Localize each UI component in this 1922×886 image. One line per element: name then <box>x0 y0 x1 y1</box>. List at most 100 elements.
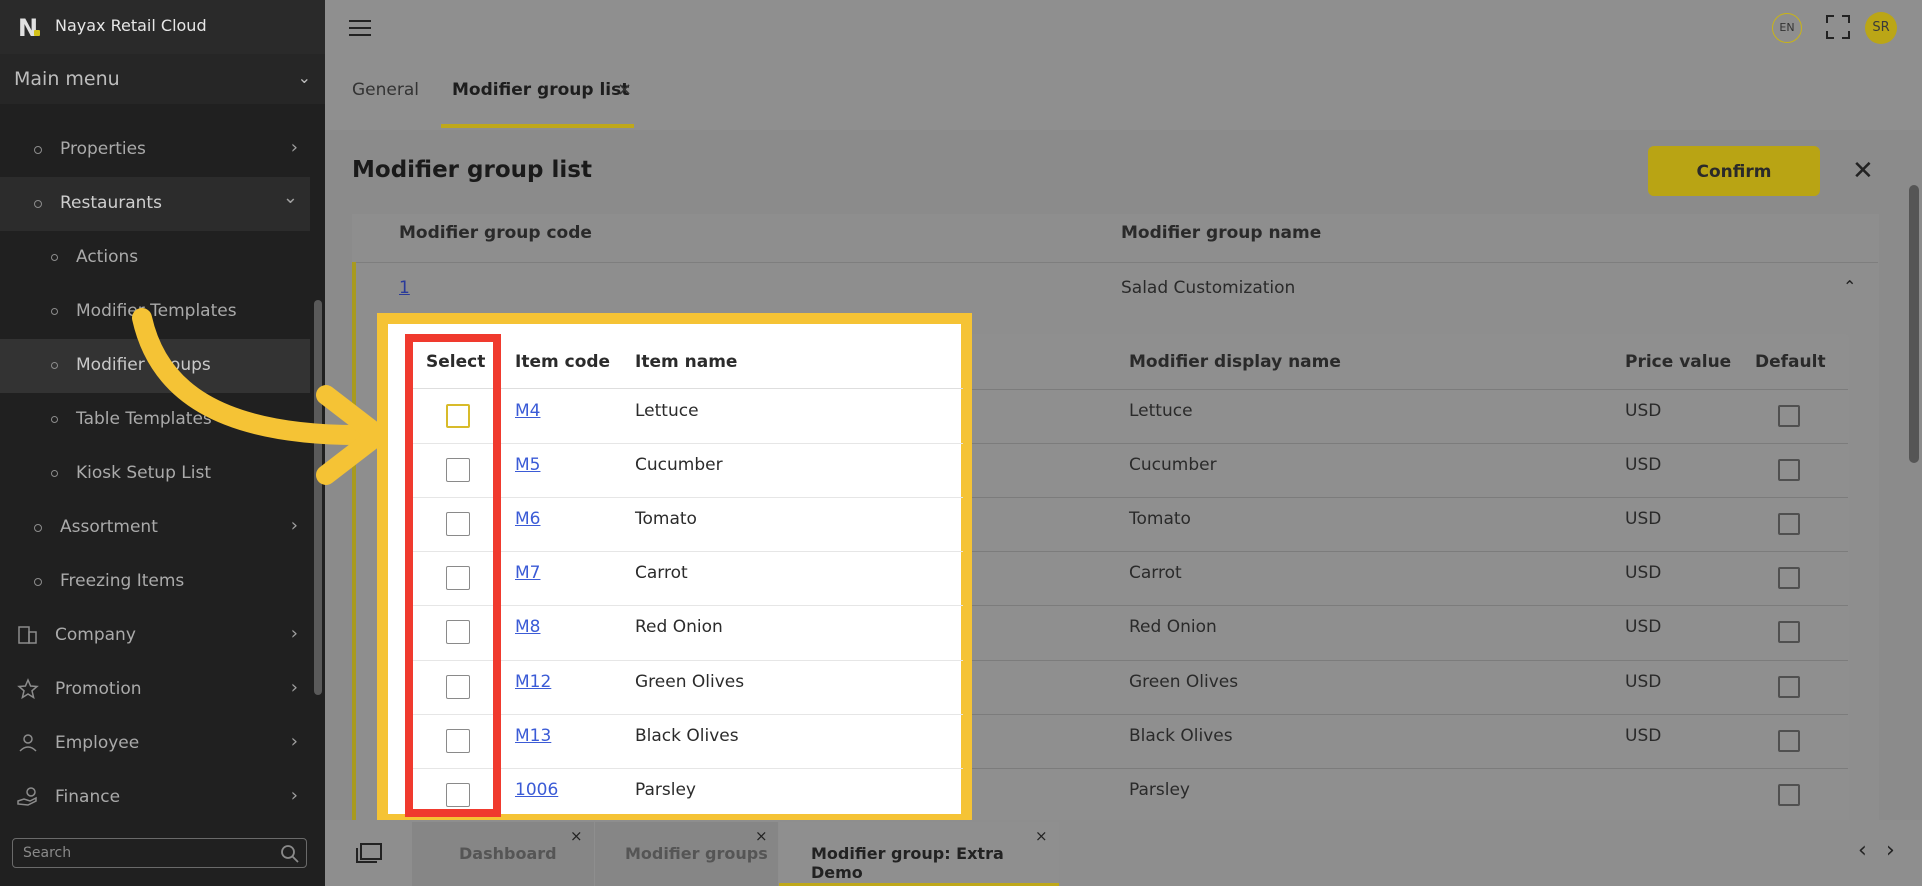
modifier-display-name: Carrot <box>1129 563 1182 583</box>
sidebar-item-properties[interactable]: Properties › <box>0 123 310 177</box>
item-code-link[interactable]: 1006 <box>515 780 558 800</box>
price-value: USD <box>1625 563 1662 583</box>
sidebar-item-label: Actions <box>76 247 139 267</box>
item-name: Parsley <box>635 780 696 800</box>
item-name: Green Olives <box>635 672 745 692</box>
row-divider <box>968 497 1848 498</box>
row-divider <box>968 551 1848 552</box>
chevron-right-icon[interactable]: › <box>1886 838 1895 863</box>
default-checkbox[interactable] <box>1778 459 1800 481</box>
default-checkbox[interactable] <box>1778 513 1800 535</box>
row-divider <box>968 389 1848 390</box>
item-code-link[interactable]: M13 <box>515 726 551 746</box>
sidebar-item-label: Finance <box>55 787 121 807</box>
language-switcher[interactable]: EN <box>1772 13 1802 43</box>
default-checkbox[interactable] <box>1778 621 1800 643</box>
brand-bar: N Nayax Retail Cloud <box>0 0 325 54</box>
bullet-icon <box>51 416 58 423</box>
bottom-tab-label: Dashboard <box>459 844 557 863</box>
item-code-link[interactable]: M5 <box>515 455 540 475</box>
close-icon[interactable]: × <box>570 827 583 845</box>
close-icon[interactable]: ✕ <box>1852 156 1874 186</box>
tab-close-icon[interactable]: × <box>617 79 632 100</box>
sidebar-item-label: Employee <box>55 733 140 753</box>
modifier-display-name: Green Olives <box>1129 672 1239 692</box>
item-code-link[interactable]: M4 <box>515 401 540 421</box>
price-value: USD <box>1625 726 1662 746</box>
bottom-tab-dashboard[interactable]: Dashboard × <box>412 822 594 886</box>
person-icon <box>19 734 37 752</box>
sidebar-item-promotion[interactable]: Promotion › <box>0 663 310 717</box>
confirm-button[interactable]: Confirm <box>1648 146 1820 196</box>
sidebar-item-label: Company <box>55 625 136 645</box>
item-code-link[interactable]: M12 <box>515 672 551 692</box>
column-header-group-code: Modifier group code <box>399 223 592 243</box>
select-column-highlight <box>405 334 501 817</box>
group-code-link[interactable]: 1 <box>399 278 410 298</box>
main-menu-toggle[interactable]: Main menu ⌄ <box>0 54 325 104</box>
building-icon <box>18 626 37 644</box>
chevron-down-icon: ⌄ <box>282 187 298 208</box>
item-name: Cucumber <box>635 455 723 475</box>
modifier-display-name: Parsley <box>1129 780 1190 800</box>
tab-modifier-group-list[interactable]: Modifier group list <box>452 80 629 100</box>
user-avatar[interactable]: SR <box>1865 12 1897 44</box>
sidebar-item-assortment[interactable]: Assortment › <box>0 501 310 555</box>
tab-navigation: ‹ › <box>1838 820 1922 886</box>
close-icon[interactable]: × <box>755 827 768 845</box>
bullet-icon <box>34 578 42 586</box>
column-header-item-code: Item code <box>515 352 611 372</box>
sidebar-item-restaurants[interactable]: Restaurants ⌄ <box>0 177 310 231</box>
page-scrollbar[interactable] <box>1909 185 1919 463</box>
bullet-icon <box>51 254 58 261</box>
bottom-tab-label: Modifier group: Extra Demo <box>811 844 1004 882</box>
modifier-display-name: Tomato <box>1129 509 1191 529</box>
item-code-link[interactable]: M6 <box>515 509 540 529</box>
search-icon[interactable] <box>280 844 300 864</box>
modifier-display-name: Cucumber <box>1129 455 1217 475</box>
sidebar-item-finance[interactable]: Finance › <box>0 771 310 825</box>
item-name: Tomato <box>635 509 697 529</box>
app-name: Nayax Retail Cloud <box>55 16 207 35</box>
sidebar-item-freezing-items[interactable]: Freezing Items <box>0 555 310 609</box>
row-divider <box>968 714 1848 715</box>
page-title: Modifier group list <box>352 157 592 183</box>
default-checkbox[interactable] <box>1778 730 1800 752</box>
default-checkbox[interactable] <box>1778 567 1800 589</box>
chevron-up-icon[interactable]: ⌃ <box>1843 277 1856 296</box>
sidebar-item-employee[interactable]: Employee › <box>0 717 310 771</box>
sidebar-item-company[interactable]: Company › <box>0 609 310 663</box>
bullet-icon <box>34 146 42 154</box>
hamburger-menu-icon[interactable] <box>349 20 371 36</box>
close-icon[interactable]: × <box>1035 827 1048 845</box>
logo-accent <box>34 30 40 36</box>
default-checkbox[interactable] <box>1778 784 1800 806</box>
sidebar-search-input[interactable] <box>21 843 261 863</box>
bottom-tab-modifier-groups[interactable]: Modifier groups × <box>595 822 778 886</box>
tab-general[interactable]: General <box>352 80 419 100</box>
annotation-arrow <box>132 308 388 485</box>
top-header: EN SR <box>325 0 1922 130</box>
bottom-tab-extra-demo[interactable]: Modifier group: Extra Demo × <box>779 822 1059 886</box>
windows-icon[interactable] <box>355 842 383 864</box>
chevron-left-icon[interactable]: ‹ <box>1858 838 1867 863</box>
item-code-link[interactable]: M8 <box>515 617 540 637</box>
fullscreen-icon[interactable] <box>1825 14 1851 40</box>
sidebar-item-actions[interactable]: Actions <box>0 231 310 285</box>
sidebar-item-label: Properties <box>60 139 146 159</box>
item-name: Black Olives <box>635 726 739 746</box>
default-checkbox[interactable] <box>1778 676 1800 698</box>
default-checkbox[interactable] <box>1778 405 1800 427</box>
row-divider <box>968 605 1848 606</box>
chevron-right-icon: › <box>290 515 298 536</box>
item-name: Lettuce <box>635 401 699 421</box>
bullet-icon <box>51 308 58 315</box>
price-value: USD <box>1625 455 1662 475</box>
group-row[interactable] <box>356 262 1878 316</box>
chevron-right-icon: › <box>290 731 298 752</box>
item-code-link[interactable]: M7 <box>515 563 540 583</box>
row-divider <box>968 660 1848 661</box>
star-icon <box>17 678 39 700</box>
price-value: USD <box>1625 401 1662 421</box>
column-header-group-name: Modifier group name <box>1121 223 1322 243</box>
